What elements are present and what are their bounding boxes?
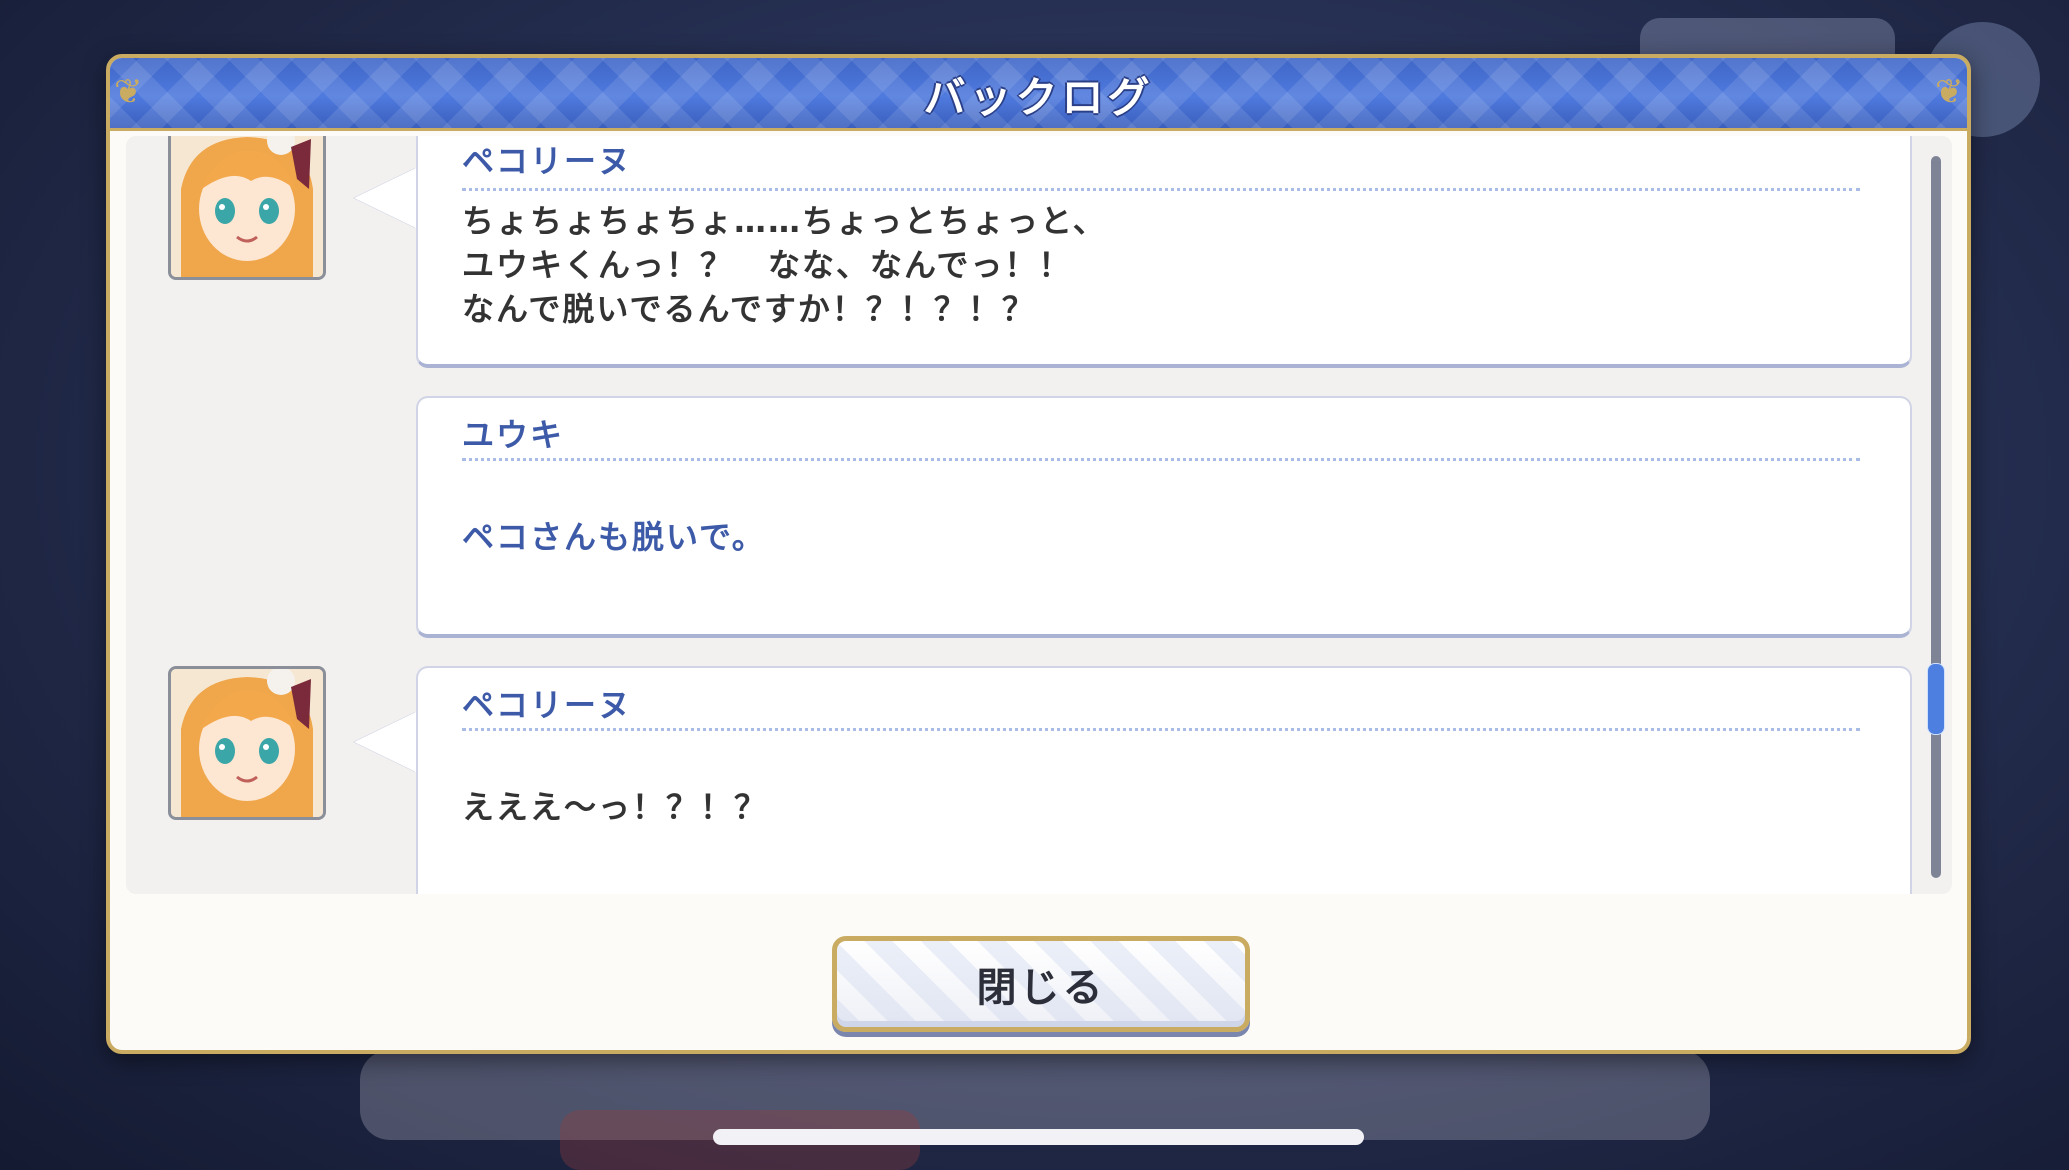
speaker-name: ペコリーヌ	[462, 686, 633, 724]
speech-bubble: ペコリーヌ ちょちょちょちょ……ちょっとちょっと、 ユウキくんっ！？ なな、なん…	[416, 136, 1912, 368]
speech-bubble: ペコリーヌ えええ～っ！？！？	[416, 666, 1912, 894]
close-button-label: 閉じる	[976, 965, 1106, 1011]
name-divider	[462, 188, 1860, 191]
name-divider	[462, 458, 1860, 461]
scrollbar-thumb[interactable]	[1927, 663, 1945, 735]
corner-ornament-icon: ❦	[1935, 72, 1964, 112]
dialog-header: ❦ バックログ ❦	[110, 58, 1967, 131]
dialogue-line: なんで脱いでるんですか！？！？！？	[462, 290, 1036, 328]
dialogue-line: ユウキくんっ！？ なな、なんでっ！！	[462, 246, 1073, 284]
character-avatar-icon	[168, 666, 326, 820]
home-indicator[interactable]	[713, 1129, 1364, 1145]
speech-bubble-tail	[354, 168, 416, 228]
speaker-name: ペコリーヌ	[462, 142, 633, 180]
backlog-list[interactable]: ペコリーヌ ちょちょちょちょ……ちょっとちょっと、 ユウキくんっ！？ なな、なん…	[126, 136, 1952, 894]
speaker-name: ユウキ	[462, 416, 565, 454]
dialog-title: バックログ	[923, 73, 1154, 122]
scrollbar-track[interactable]	[1931, 156, 1941, 878]
close-button[interactable]: 閉じる	[832, 936, 1250, 1032]
speech-bubble: ユウキ ペコさんも脱いで。	[416, 396, 1912, 638]
dialogue-line: ちょちょちょちょ……ちょっとちょっと、	[462, 202, 1107, 240]
character-avatar-icon	[168, 136, 326, 280]
speech-bubble-tail	[354, 712, 416, 772]
dialogue-line: ペコさんも脱いで。	[462, 518, 766, 556]
backlog-dialog: ❦ バックログ ❦ ペコリーヌ ちょちょちょちょ……ちょっとちょっと、 ユウキく…	[106, 54, 1971, 1054]
name-divider	[462, 728, 1860, 731]
dialogue-line: えええ～っ！？！？	[462, 788, 769, 826]
